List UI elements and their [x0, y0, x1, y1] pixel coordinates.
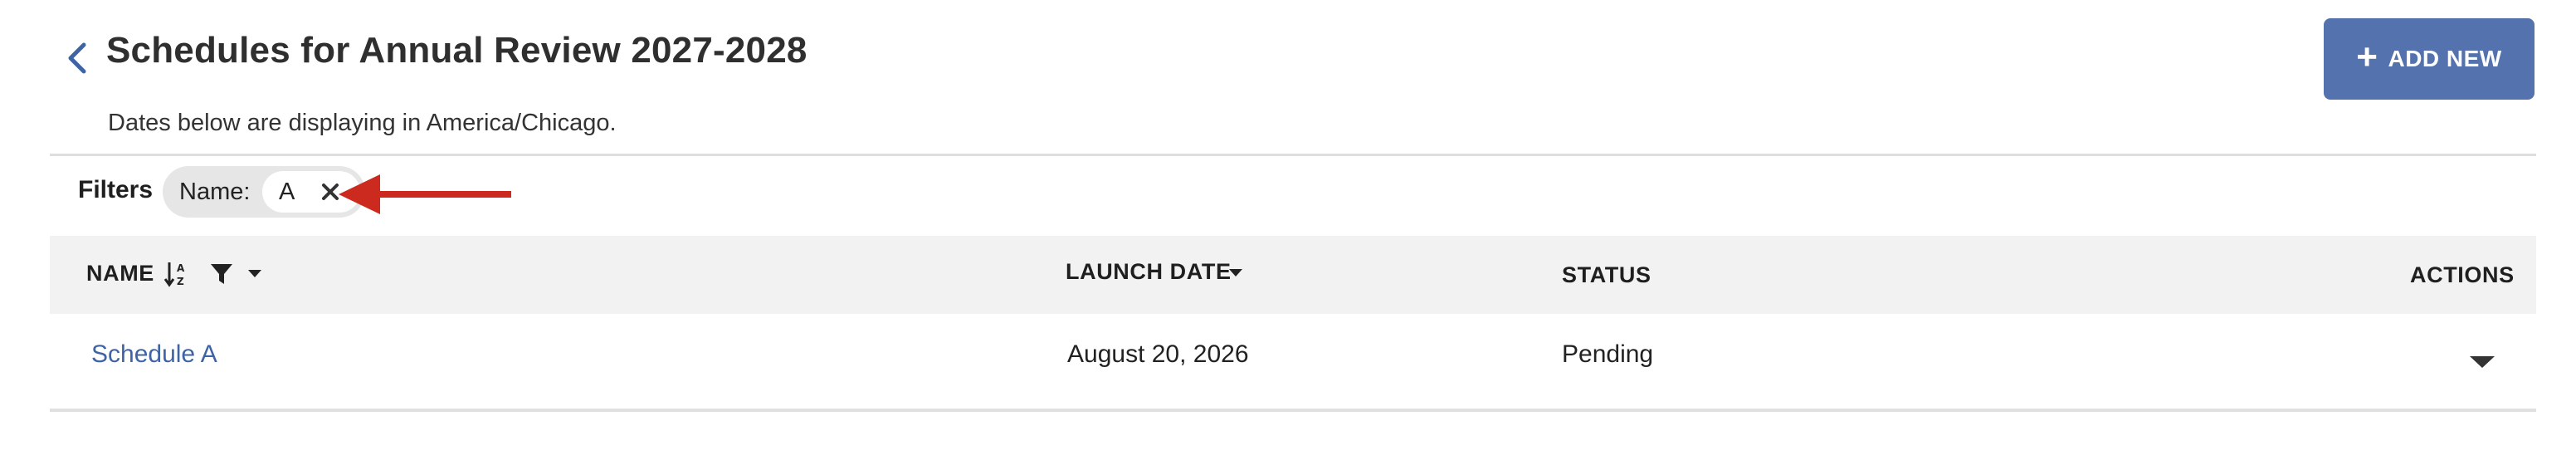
annotation-arrow — [339, 174, 511, 214]
header-divider — [50, 154, 2536, 156]
filter-button-name[interactable] — [207, 259, 236, 289]
column-header-status: STATUS — [1562, 262, 1651, 287]
column-menu-button-name[interactable] — [244, 261, 266, 287]
page-title: Schedules for Annual Review 2027-2028 — [106, 30, 807, 71]
filter-chip-key: Name: — [179, 179, 251, 205]
filter-chip-value: A — [279, 179, 295, 205]
status-cell: Pending — [1562, 340, 1654, 368]
svg-text:A: A — [177, 262, 185, 274]
filter-funnel-icon — [211, 264, 232, 284]
schedule-name-link[interactable]: Schedule A — [91, 340, 217, 369]
plus-icon: + — [2356, 37, 2378, 77]
add-new-label: ADD NEW — [2388, 46, 2502, 71]
filters-label: Filters — [78, 176, 154, 203]
column-header-name: NAME — [86, 261, 154, 286]
svg-text:Z: Z — [177, 276, 184, 287]
launch-date-cell: August 20, 2026 — [1067, 340, 1249, 368]
caret-down-icon — [248, 270, 261, 277]
table-bottom-divider — [50, 409, 2536, 412]
chevron-left-icon — [68, 42, 86, 74]
timezone-note: Dates below are displaying in America/Ch… — [108, 110, 617, 136]
sort-alpha-icon: A Z — [163, 262, 185, 287]
table-header: NAME A Z LAUNCH DATE STATUS ACTIONS — [50, 236, 2536, 314]
back-button[interactable] — [60, 38, 93, 78]
column-header-launch-date[interactable]: LAUNCH DATE — [1066, 259, 1232, 285]
caret-down-icon — [2470, 356, 2495, 368]
sort-button-name[interactable]: A Z — [163, 259, 191, 289]
row-actions-dropdown[interactable] — [2461, 345, 2503, 379]
sort-button-launch-date[interactable] — [1227, 264, 1245, 282]
column-header-actions: ACTIONS — [2410, 262, 2515, 287]
caret-down-icon — [1229, 269, 1242, 277]
schedules-page: Schedules for Annual Review 2027-2028 Da… — [0, 0, 2576, 470]
add-new-button[interactable]: + ADD NEW — [2324, 18, 2535, 100]
table-row: Schedule A August 20, 2026 Pending — [50, 314, 2536, 409]
